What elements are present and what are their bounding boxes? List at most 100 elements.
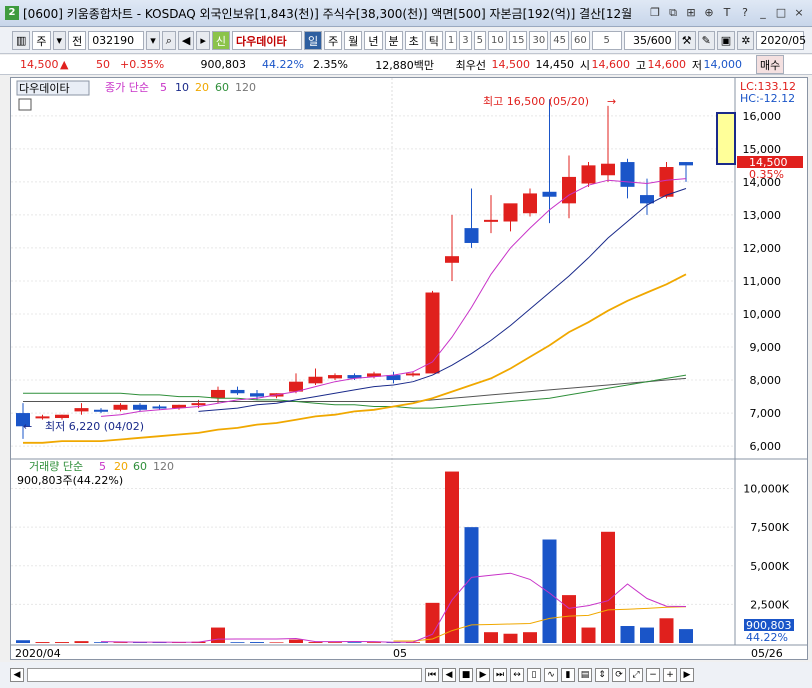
vol-legend-ma60: 60 bbox=[133, 460, 147, 473]
ma20-line bbox=[23, 273, 687, 444]
settings-icon[interactable]: ✲ bbox=[737, 31, 755, 50]
scroll-left-icon[interactable]: ◀ bbox=[10, 668, 24, 682]
legend-ma20: 20 bbox=[195, 81, 209, 94]
zoom-in-icon[interactable]: + bbox=[663, 668, 677, 682]
tab-tick[interactable]: 틱 bbox=[424, 31, 443, 50]
date-input[interactable]: 2020/05 bbox=[756, 31, 806, 50]
link-icon[interactable]: ⊞ bbox=[684, 6, 698, 20]
interval-10[interactable]: 10 bbox=[488, 31, 507, 50]
candle-body bbox=[74, 408, 89, 412]
candle-body bbox=[445, 256, 459, 263]
vol-ma5-line bbox=[100, 572, 687, 643]
line-icon[interactable]: ∿ bbox=[544, 668, 558, 682]
candle-body bbox=[133, 404, 147, 410]
volume-bar bbox=[74, 641, 89, 643]
next-icon[interactable]: ▶ bbox=[476, 668, 490, 682]
scroll-bar: ◀ ⏮ ◀ ■ ▶ ⏭ ↔ ▯ ∿ ▮ ▤ ⇕ ⟳ ⤢ − + ▶ bbox=[0, 662, 812, 688]
range-icon[interactable]: ↔ bbox=[510, 668, 524, 682]
price-tick-label: 13,000 bbox=[743, 209, 782, 222]
pin-icon[interactable]: ⊕ bbox=[702, 6, 716, 20]
save-icon[interactable]: ▣ bbox=[716, 31, 736, 50]
help-icon[interactable]: ? bbox=[738, 6, 752, 20]
low-label: 저 bbox=[691, 58, 702, 72]
tab-week[interactable]: 주 bbox=[324, 31, 343, 50]
volume-bar bbox=[16, 640, 30, 643]
stop-icon[interactable]: ■ bbox=[459, 668, 473, 682]
copy-icon[interactable]: ⧉ bbox=[666, 6, 680, 20]
minimize-icon[interactable]: _ bbox=[756, 6, 770, 20]
prev-button[interactable]: 전 bbox=[68, 31, 87, 50]
interval-1[interactable]: 1 bbox=[444, 31, 458, 50]
interval-60[interactable]: 60 bbox=[570, 31, 590, 50]
draw-icon[interactable]: ✎ bbox=[697, 31, 715, 50]
candle-icon[interactable]: ▯ bbox=[527, 668, 541, 682]
volume-bar bbox=[640, 627, 654, 643]
price-tick-label: 6,000 bbox=[750, 440, 782, 453]
last-volume-pct: 44.22% bbox=[746, 631, 788, 644]
search-icon[interactable]: ⌕ bbox=[161, 31, 176, 50]
font-icon[interactable]: T bbox=[720, 6, 734, 20]
tab-year[interactable]: 년 bbox=[364, 31, 383, 50]
volume-bar bbox=[230, 642, 245, 643]
chart-area[interactable]: 다우데이타 종가 단순 5 10 20 60 120 LC:133.12 HC:… bbox=[10, 77, 808, 660]
zoom-out-icon[interactable]: − bbox=[646, 668, 660, 682]
expand-icon[interactable]: ▸ bbox=[196, 31, 210, 50]
maximize-icon[interactable]: □ bbox=[774, 6, 788, 20]
first-icon[interactable]: ⏮ bbox=[425, 668, 439, 682]
full-icon[interactable]: ⤢ bbox=[629, 668, 643, 682]
volume-bar bbox=[211, 627, 225, 643]
vol-legend-ma120: 120 bbox=[153, 460, 174, 473]
interval-15[interactable]: 15 bbox=[508, 31, 528, 50]
candle-body bbox=[542, 191, 557, 197]
stock-code-input[interactable]: 032190 bbox=[88, 31, 145, 50]
prev-icon[interactable]: ◀ bbox=[442, 668, 456, 682]
interval-5[interactable]: 5 bbox=[473, 31, 487, 50]
speaker-icon[interactable]: ◀ bbox=[177, 31, 195, 50]
count-input[interactable]: 35/600 bbox=[623, 31, 676, 50]
moving-averages bbox=[23, 178, 687, 643]
candle-body bbox=[152, 406, 167, 409]
volume-bar bbox=[620, 626, 635, 643]
market-select[interactable]: 주 bbox=[32, 31, 51, 50]
price-volume-chart[interactable]: 다우데이타 종가 단순 5 10 20 60 120 LC:133.12 HC:… bbox=[11, 78, 807, 660]
scroll-right-icon[interactable]: ▶ bbox=[680, 668, 694, 682]
xaxis-may: 05 bbox=[393, 647, 407, 659]
indicator-icon[interactable]: ⚒ bbox=[677, 31, 696, 50]
area-icon[interactable]: ▤ bbox=[578, 668, 592, 682]
tab-minute[interactable]: 분 bbox=[384, 31, 403, 50]
interval-select[interactable]: 5 bbox=[591, 31, 622, 50]
volume-current: 900,803주(44.22%) bbox=[17, 474, 123, 487]
volume-value: 900,803 bbox=[200, 58, 247, 71]
volume-bar bbox=[562, 595, 576, 643]
market-dropdown-icon[interactable]: ▾ bbox=[52, 31, 67, 50]
interval-45[interactable]: 45 bbox=[550, 31, 569, 50]
buy-button[interactable]: 매수 bbox=[756, 55, 785, 74]
grid-toggle-icon[interactable] bbox=[18, 98, 32, 111]
price-legend-label: 종가 단순 bbox=[105, 81, 149, 94]
volume-bar bbox=[55, 642, 69, 643]
volume-bar bbox=[347, 642, 362, 643]
scroll-track[interactable] bbox=[27, 668, 422, 682]
candle-body bbox=[211, 389, 225, 399]
price-tick-label: 9,000 bbox=[750, 341, 782, 354]
scale-icon[interactable]: ⇕ bbox=[595, 668, 609, 682]
vol-legend-ma20: 20 bbox=[114, 460, 128, 473]
tab-day[interactable]: 일 bbox=[304, 31, 323, 50]
volume-ratio: 44.22% bbox=[262, 58, 304, 71]
volume-bar bbox=[35, 642, 50, 643]
restore-icon[interactable]: ❐ bbox=[648, 6, 662, 20]
low-note: 최저 6,220 (04/02) bbox=[45, 420, 144, 433]
tab-second[interactable]: 초 bbox=[404, 31, 423, 50]
price-tick-label: 10,000 bbox=[743, 308, 782, 321]
bar-icon[interactable]: ▮ bbox=[561, 668, 575, 682]
interval-3[interactable]: 3 bbox=[459, 31, 472, 50]
tab-month[interactable]: 월 bbox=[344, 31, 363, 50]
volume-tick-label: 7,500K bbox=[750, 521, 789, 534]
layout-icon[interactable]: ▥ bbox=[12, 31, 31, 50]
sync-icon[interactable]: ⟳ bbox=[612, 668, 626, 682]
code-dropdown-icon[interactable]: ▾ bbox=[146, 31, 160, 50]
close-icon[interactable]: × bbox=[792, 6, 806, 20]
last-icon[interactable]: ⏭ bbox=[493, 668, 507, 682]
interval-30[interactable]: 30 bbox=[529, 31, 549, 50]
volume-bar bbox=[542, 539, 557, 643]
